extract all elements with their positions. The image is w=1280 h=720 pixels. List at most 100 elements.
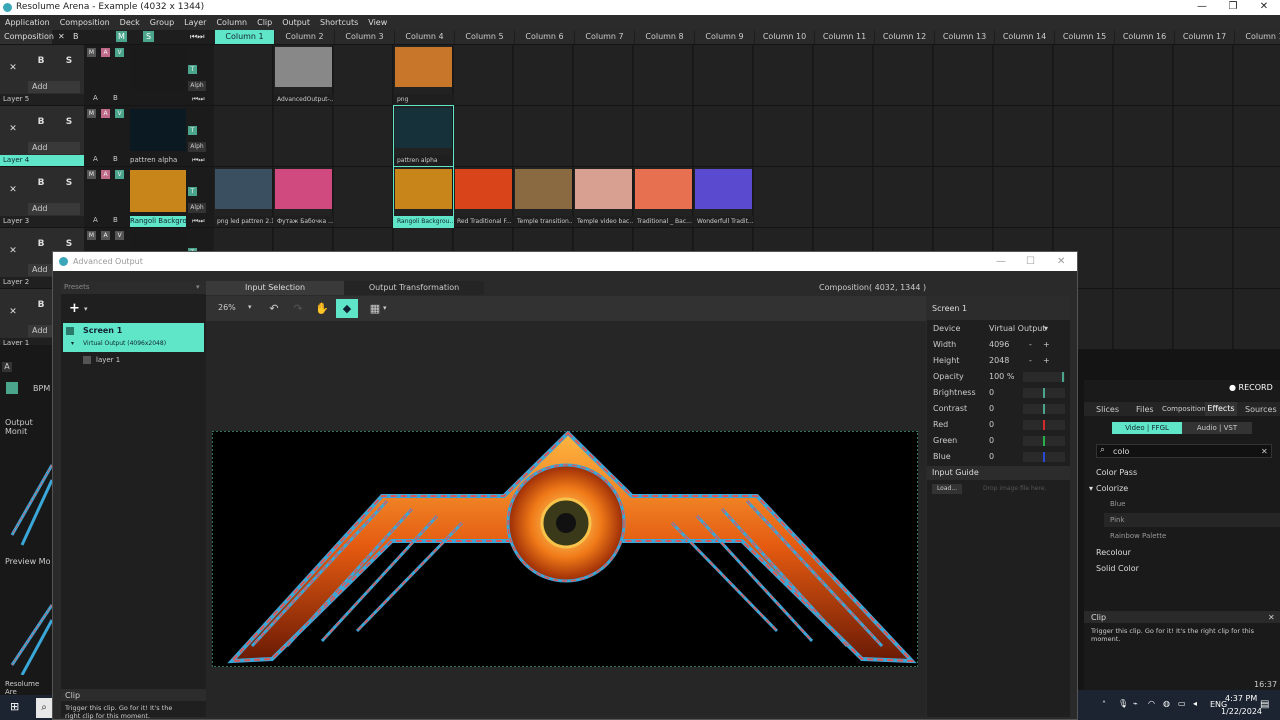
bpm-label[interactable]: BPM <box>33 384 50 393</box>
add-screen-icon[interactable]: + <box>69 301 80 316</box>
clip-slot[interactable] <box>634 106 693 166</box>
layer-name[interactable]: Layer 3 <box>0 216 84 227</box>
layer-audio-button[interactable]: A <box>101 48 110 57</box>
clip-slot[interactable] <box>574 106 633 166</box>
column-header-2[interactable]: Column 2 <box>275 30 334 44</box>
menu-output[interactable]: Output <box>277 15 315 30</box>
increment-button[interactable]: + <box>1043 337 1050 353</box>
transport-icon[interactable]: ⏮⏭ <box>192 156 205 165</box>
clip-slot[interactable] <box>754 167 813 227</box>
property-value[interactable]: 0 <box>989 433 994 449</box>
menu-shortcuts[interactable]: Shortcuts <box>315 15 363 30</box>
layer-clear-button[interactable]: ✕ <box>2 120 24 138</box>
decrement-button[interactable]: - <box>1029 353 1032 369</box>
layer-crossfader-b[interactable]: B <box>113 94 118 102</box>
layer-add-button[interactable]: Add <box>28 203 80 215</box>
clip-slot[interactable] <box>1234 106 1280 166</box>
column-header-8[interactable]: Column 8 <box>635 30 694 44</box>
clip-thumbnail[interactable] <box>395 169 452 209</box>
clip-slot[interactable] <box>1174 289 1233 349</box>
dialog-maximize-button[interactable]: ☐ <box>1026 252 1035 271</box>
layer-clear-button[interactable]: ✕ <box>2 242 24 260</box>
load-guide-button[interactable]: Load... <box>932 484 962 494</box>
property-slider[interactable] <box>1023 436 1065 446</box>
layer-clear-button[interactable]: ✕ <box>2 59 24 77</box>
effect-recolour[interactable]: Recolour <box>1096 548 1131 557</box>
volume-icon[interactable]: ◂ <box>1193 699 1197 708</box>
clip-slot[interactable] <box>1114 167 1173 227</box>
clip-slot[interactable] <box>1054 167 1113 227</box>
property-value[interactable]: 4096 <box>989 337 1009 353</box>
column-header-5[interactable]: Column 5 <box>455 30 514 44</box>
tab-output-transformation[interactable]: Output Transformation <box>344 281 484 295</box>
layer-video-button[interactable]: V <box>115 231 124 240</box>
tab-audio-vst[interactable]: Audio | VST <box>1182 422 1252 434</box>
column-header-10[interactable]: Column 10 <box>755 30 814 44</box>
column-header-4[interactable]: Column 4 <box>395 30 454 44</box>
column-header-17[interactable]: Column 17 <box>1175 30 1234 44</box>
property-slider[interactable] <box>1023 420 1065 430</box>
clip-slot[interactable]: Traditional _ Bac... <box>634 167 693 227</box>
transport-icon[interactable]: ⏮⏭ <box>192 95 205 104</box>
guide-drop-zone[interactable]: Drop image file here. <box>983 485 1046 492</box>
minimize-button[interactable]: — <box>1187 0 1217 15</box>
effects-search-input[interactable]: ⌕ colo ✕ <box>1096 444 1272 458</box>
column-header-16[interactable]: Column 16 <box>1115 30 1174 44</box>
dialog-close-button[interactable]: ✕ <box>1057 252 1065 271</box>
column-header-18[interactable]: Column 1 <box>1235 30 1280 44</box>
effect-colorize-pink[interactable]: Pink <box>1110 516 1125 524</box>
clip-slot[interactable] <box>874 167 933 227</box>
property-slider[interactable] <box>1023 404 1065 414</box>
transport-icon[interactable]: ⏮⏭ <box>190 32 204 42</box>
clip-slot[interactable] <box>754 45 813 105</box>
taskbar-time[interactable]: 4:37 PM <box>1225 694 1257 703</box>
clip-slot[interactable] <box>1114 289 1173 349</box>
property-value[interactable]: 0 <box>989 385 994 401</box>
clip-slot[interactable] <box>454 45 513 105</box>
layer-crossfader-a[interactable]: A <box>93 216 98 224</box>
clip-slot[interactable]: Wonderfull Tradit... <box>694 167 753 227</box>
clip-slot[interactable] <box>874 106 933 166</box>
clip-slot[interactable] <box>814 45 873 105</box>
chevron-down-icon[interactable]: ▾ <box>248 303 252 311</box>
property-value[interactable]: 0 <box>989 449 994 465</box>
clip-slot[interactable] <box>934 106 993 166</box>
record-button[interactable]: ● RECORD <box>1229 383 1273 392</box>
chevron-down-icon[interactable]: ▾ <box>84 305 88 313</box>
clip-slot[interactable] <box>994 45 1053 105</box>
clip-slot[interactable] <box>274 106 333 166</box>
menu-view[interactable]: View <box>363 15 392 30</box>
clip-slot[interactable] <box>814 167 873 227</box>
layer-clear-button[interactable]: ✕ <box>2 181 24 199</box>
maximize-button[interactable]: ❐ <box>1218 0 1248 15</box>
effect-color-pass[interactable]: Color Pass <box>1096 468 1137 477</box>
clip-slot[interactable] <box>1234 289 1280 349</box>
clip-slot[interactable]: png led pattren 2.1 <box>214 167 273 227</box>
battery-icon[interactable]: ▭ <box>1178 699 1186 708</box>
layer-bypass-button[interactable]: B <box>30 235 52 253</box>
property-value[interactable]: 0 <box>989 401 994 417</box>
clip-slot[interactable]: Red Traditional F... <box>454 167 513 227</box>
layer-name[interactable]: Layer 5 <box>0 94 84 105</box>
clip-slot[interactable] <box>1234 167 1280 227</box>
layer-bypass-button[interactable]: B <box>30 52 52 70</box>
clip-slot[interactable] <box>694 106 753 166</box>
clear-search-icon[interactable]: ✕ <box>1261 447 1268 456</box>
chevron-up-icon[interactable]: ˄ <box>1102 700 1106 709</box>
screen-toggle-icon[interactable] <box>66 327 74 335</box>
tab-compositions[interactable]: Compositions <box>1162 405 1209 413</box>
column-header-11[interactable]: Column 11 <box>815 30 874 44</box>
tab-input-selection[interactable]: Input Selection <box>206 281 344 295</box>
property-value[interactable]: 0 <box>989 417 994 433</box>
clip-thumbnail[interactable] <box>635 169 692 209</box>
clip-slot[interactable] <box>1234 228 1280 288</box>
property-value[interactable]: Virtual Output <box>989 321 1045 337</box>
layer-t-button[interactable]: T <box>188 126 197 135</box>
clip-slot[interactable] <box>454 106 513 166</box>
clip-slot[interactable] <box>334 106 393 166</box>
dialog-minimize-button[interactable]: — <box>996 252 1006 271</box>
menu-composition[interactable]: Composition <box>55 15 115 30</box>
column-header-3[interactable]: Column 3 <box>335 30 394 44</box>
layer-crossfader-a[interactable]: A <box>93 94 98 102</box>
layer-mask-button[interactable]: M <box>87 170 96 179</box>
